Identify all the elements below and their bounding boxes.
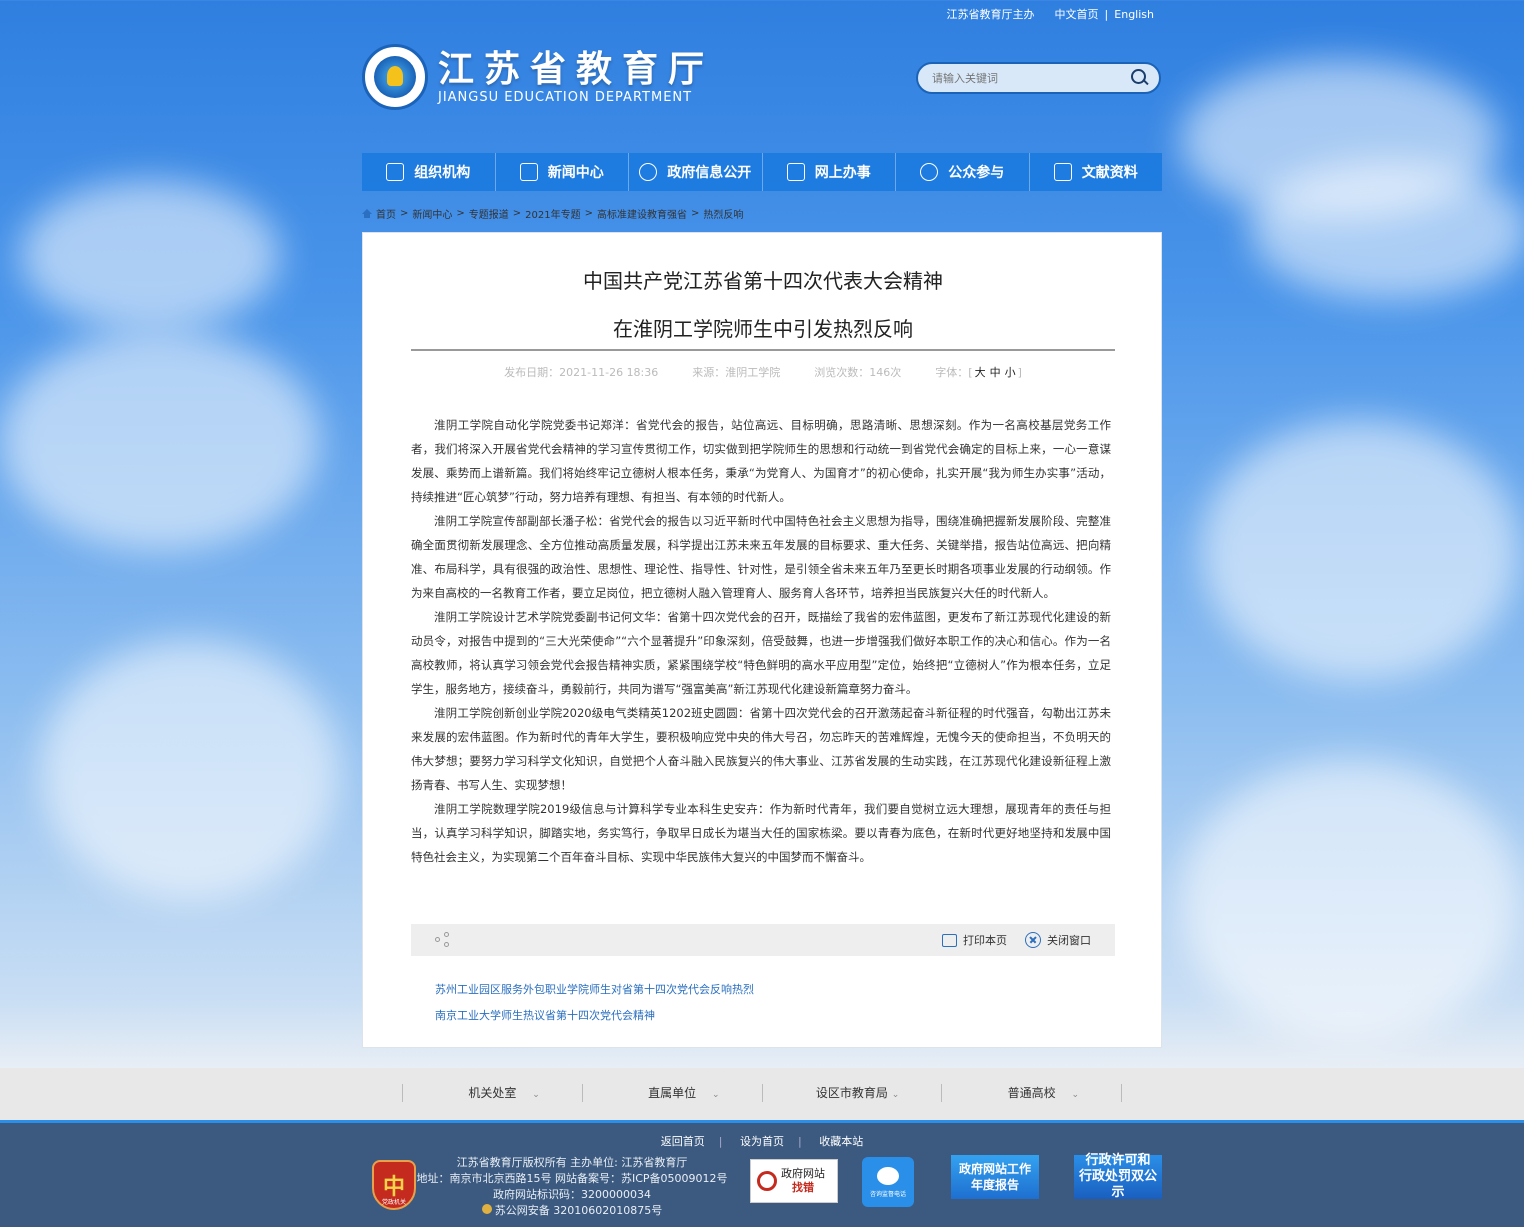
- nav-label: 新闻中心: [547, 165, 604, 181]
- nav-label: 文献资料: [1081, 165, 1138, 181]
- article-body: 淮阴工学院自动化学院党委书记郑洋：省党代会的报告，站位高远、目标明确，思路清晰、…: [411, 413, 1111, 869]
- paragraph: 淮阴工学院数理学院2019级信息与计算科学专业本科生史安卉：作为新时代青年，我们…: [411, 802, 1111, 864]
- publish-date: 发布日期：2021-11-26 18:36: [504, 366, 659, 379]
- crumb-special[interactable]: 专题报道: [469, 206, 509, 221]
- annual-report-button[interactable]: 政府网站工作 年度报告: [951, 1155, 1039, 1199]
- emblem-icon: [362, 44, 428, 110]
- article-source: 来源：淮阴工学院: [692, 366, 781, 379]
- close-icon: [1025, 932, 1041, 948]
- crumb-news[interactable]: 新闻中心: [412, 206, 452, 221]
- main-nav: 组织机构 新闻中心 政府信息公开 网上办事 公众参与 文献资料: [362, 153, 1162, 191]
- org-chart-icon: [386, 163, 405, 181]
- back-home-link[interactable]: 返回首页: [661, 1135, 705, 1148]
- home-icon: [362, 209, 372, 218]
- permit-penalty-button[interactable]: 行政许可和 行政处罚双公示: [1074, 1153, 1162, 1200]
- dropdown-affiliates[interactable]: 直属单位: [581, 1084, 762, 1104]
- article-title-line2: 在淮阴工学院师生中引发热烈反响: [613, 317, 913, 341]
- hotline-button[interactable]: 咨询监督电话: [862, 1157, 914, 1207]
- compass-icon: [639, 163, 658, 181]
- footer-info: 江苏省教育厅版权所有 主办单位: 江苏省教育厅 地址：南京市北京西路15号 网站…: [416, 1156, 728, 1217]
- view-count: 浏览次数：146次: [814, 366, 902, 379]
- footer-dropdowns: 机关处室 直属单位 设区市教育局 普通高校: [0, 1068, 1524, 1120]
- printer-icon: [942, 933, 957, 947]
- font-large-button[interactable]: 大: [975, 366, 986, 379]
- crumb-2021[interactable]: 2021年专题: [525, 206, 580, 221]
- article-card: 中国共产党江苏省第十四次代表大会精神 在淮阴工学院师生中引发热烈反响 发布日期：…: [362, 232, 1162, 1048]
- article-title-line1: 中国共产党江苏省第十四次代表大会精神: [583, 269, 943, 293]
- nav-label: 公众参与: [948, 165, 1005, 181]
- share-icon[interactable]: [435, 932, 451, 948]
- related-link[interactable]: 苏州工业园区服务外包职业学院师生对省第十四次党代会反响热烈: [435, 977, 754, 1003]
- host-text: 江苏省教育厅主办: [946, 8, 1035, 21]
- dropdown-universities[interactable]: 普通高校: [941, 1084, 1122, 1104]
- english-link[interactable]: English: [1114, 8, 1154, 21]
- phone-icon: [877, 1166, 899, 1185]
- monitor-icon: [786, 163, 805, 181]
- separator: |: [1104, 7, 1109, 21]
- crumb-current[interactable]: 热烈反响: [703, 206, 743, 221]
- site-logo[interactable]: 江苏省教育厅 JIANGSU EDUCATION DEPARTMENT: [362, 44, 714, 110]
- related-articles: 苏州工业园区服务外包职业学院师生对省第十四次党代会反响热烈 南京工业大学师生热议…: [435, 977, 754, 1029]
- nav-item-news[interactable]: 新闻中心: [496, 153, 629, 191]
- nav-label: 政府信息公开: [667, 165, 752, 181]
- crumb-topic[interactable]: 高标准建设教育强省: [597, 206, 687, 221]
- logo-title: 江苏省教育厅: [438, 48, 715, 90]
- nav-label: 网上办事: [814, 165, 871, 181]
- print-button[interactable]: 打印本页: [942, 932, 1007, 948]
- font-medium-button[interactable]: 中: [990, 366, 1001, 379]
- breadcrumb: 首页 > 新闻中心 > 专题报道 > 2021年专题 > 高标准建设教育强省 > 热烈反响: [362, 206, 743, 221]
- font-size-control: 字体：[大中小]: [935, 366, 1022, 379]
- search-box: [916, 62, 1161, 94]
- article-meta: 发布日期：2021-11-26 18:36 来源：淮阴工学院 浏览次数：146次…: [363, 364, 1163, 380]
- police-badge-icon: [481, 1204, 492, 1214]
- set-homepage-link[interactable]: 设为首页: [740, 1135, 784, 1148]
- nav-item-online[interactable]: 网上办事: [763, 153, 896, 191]
- nav-item-info[interactable]: 政府信息公开: [629, 153, 763, 191]
- paragraph: 淮阴工学院创新创业学院2020级电气类精英1202班史圆圆：省第十四次党代会的召…: [411, 706, 1111, 792]
- article-toolbar: 打印本页 关闭窗口: [411, 924, 1115, 956]
- bookmark-link[interactable]: 收藏本站: [819, 1135, 863, 1148]
- search-input[interactable]: [932, 71, 1131, 85]
- search-icon[interactable]: [1131, 69, 1149, 87]
- heart-icon: [920, 163, 939, 181]
- paragraph: 淮阴工学院自动化学院党委书记郑洋：省党代会的报告，站位高远、目标明确，思路清晰、…: [411, 418, 1111, 504]
- crumb-home[interactable]: 首页: [376, 206, 396, 221]
- nav-item-org[interactable]: 组织机构: [362, 153, 496, 191]
- stack-icon: [1053, 163, 1072, 181]
- nav-item-public[interactable]: 公众参与: [896, 153, 1030, 191]
- report-error-button[interactable]: 政府网站 找错: [750, 1159, 838, 1203]
- nav-item-docs[interactable]: 文献资料: [1030, 153, 1163, 191]
- paragraph: 淮阴工学院宣传部副部长潘子松：省党代会的报告以习近平新时代中国特色社会主义思想为…: [411, 514, 1111, 600]
- party-gov-badge-icon[interactable]: 中 党政机关: [372, 1160, 416, 1210]
- related-link[interactable]: 南京工业大学师生热议省第十四次党代会精神: [435, 1003, 754, 1029]
- logo-subtitle: JIANGSU EDUCATION DEPARTMENT: [438, 90, 693, 105]
- paragraph: 淮阴工学院设计艺术学院党委副书记何文华：省第十四次党代会的召开，既描绘了我省的宏…: [411, 610, 1111, 696]
- nav-label: 组织机构: [414, 165, 471, 181]
- document-icon: [519, 163, 538, 181]
- chinese-home-link[interactable]: 中文首页: [1055, 6, 1099, 22]
- dropdown-departments[interactable]: 机关处室: [402, 1084, 582, 1104]
- magnifier-icon: [757, 1171, 777, 1191]
- title-divider: [411, 349, 1115, 351]
- font-small-button[interactable]: 小: [1005, 366, 1016, 379]
- dropdown-city-bureaus[interactable]: 设区市教育局: [761, 1084, 942, 1104]
- close-window-button[interactable]: 关闭窗口: [1025, 932, 1091, 948]
